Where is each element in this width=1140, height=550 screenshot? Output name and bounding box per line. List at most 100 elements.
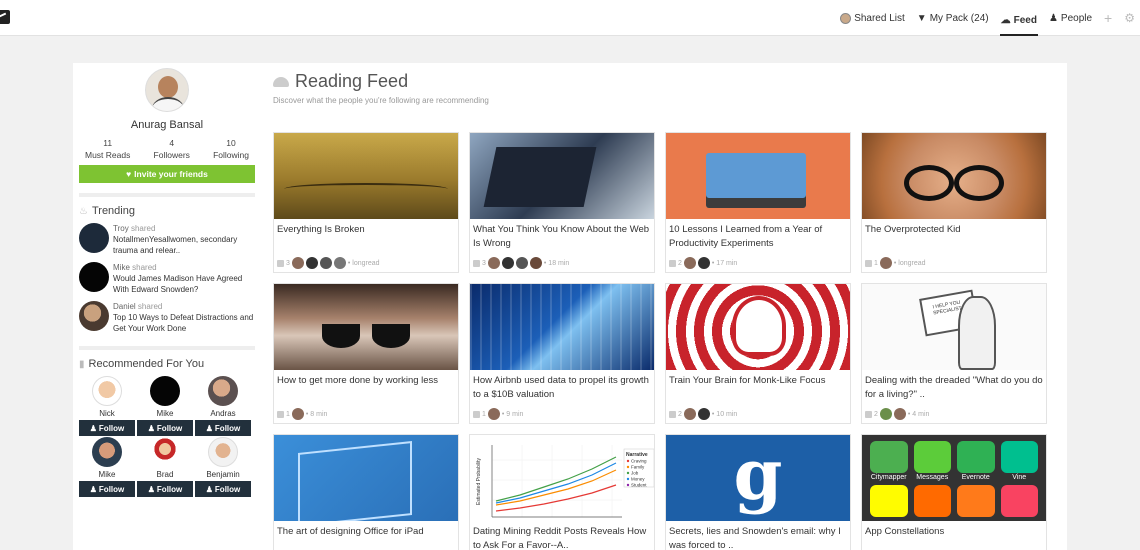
trending-article-title[interactable]: Top 10 Ways to Defeat Distractions and G… — [113, 312, 255, 334]
avatar[interactable] — [79, 223, 109, 253]
trending-item[interactable]: Mike shared Would James Madison Have Agr… — [79, 262, 255, 295]
article-card[interactable]: What You Think You Know About the Web Is… — [469, 132, 655, 273]
follow-button[interactable]: ♟ Follow — [79, 481, 135, 497]
avatar[interactable] — [501, 257, 514, 269]
follow-button[interactable]: ♟ Follow — [195, 481, 251, 497]
avatar[interactable] — [879, 408, 892, 420]
nav-shared-list[interactable]: Shared List — [839, 0, 906, 36]
follow-button[interactable]: ♟ Follow — [137, 420, 193, 436]
avatar[interactable] — [683, 408, 696, 420]
avatar[interactable] — [92, 437, 122, 467]
thumbs-up-icon[interactable] — [669, 410, 676, 418]
avatar[interactable] — [150, 376, 180, 406]
invite-friends-button[interactable]: ♥ Invite your friends — [79, 165, 255, 183]
article-image[interactable] — [274, 435, 458, 521]
recommended-name[interactable]: Mike — [79, 470, 135, 479]
avatar[interactable] — [79, 262, 109, 292]
nav-people[interactable]: ♟ People — [1048, 0, 1093, 36]
add-button[interactable]: + — [1103, 0, 1113, 36]
thumbs-up-icon[interactable] — [473, 410, 480, 418]
thumbs-up-icon[interactable] — [277, 410, 284, 418]
avatar[interactable] — [879, 257, 892, 269]
avatar[interactable] — [487, 408, 500, 420]
recommended-name[interactable]: Benjamin — [195, 470, 251, 479]
article-title[interactable]: Dating Mining Reddit Posts Reveals How t… — [470, 521, 654, 550]
article-title[interactable]: Everything Is Broken — [274, 219, 458, 255]
avatar[interactable] — [697, 257, 710, 269]
avatar[interactable] — [92, 376, 122, 406]
avatar[interactable] — [305, 257, 318, 269]
article-card[interactable]: Train Your Brain for Monk-Like Focus 2 •… — [665, 283, 851, 424]
article-title[interactable]: How Airbnb used data to propel its growt… — [470, 370, 654, 406]
article-card[interactable]: g Secrets, lies and Snowden's email: why… — [665, 434, 851, 550]
thumbs-up-icon[interactable] — [473, 259, 480, 267]
recommended-name[interactable]: Andras — [195, 409, 251, 418]
article-image[interactable] — [470, 284, 654, 370]
trending-user-name[interactable]: Mike — [113, 263, 130, 272]
avatar[interactable] — [291, 408, 304, 420]
article-image[interactable] — [862, 133, 1046, 219]
trending-article-title[interactable]: Would James Madison Have Agreed With Edw… — [113, 273, 255, 295]
profile-name[interactable]: Anurag Bansal — [79, 119, 255, 131]
recommended-name[interactable]: Mike — [137, 409, 193, 418]
article-image[interactable] — [274, 284, 458, 370]
recommended-name[interactable]: Brad — [137, 470, 193, 479]
trending-user-name[interactable]: Troy — [113, 224, 129, 233]
article-card[interactable]: Everything Is Broken 3 • longread — [273, 132, 459, 273]
article-title[interactable]: Dealing with the dreaded "What do you do… — [862, 370, 1046, 406]
avatar[interactable] — [529, 257, 542, 269]
article-title[interactable]: What You Think You Know About the Web Is… — [470, 219, 654, 255]
trending-article-title[interactable]: NotallmenYesallwomen, secondary trauma a… — [113, 234, 255, 256]
avatar[interactable] — [487, 257, 500, 269]
stat-must-reads[interactable]: 11 Must Reads — [85, 137, 130, 161]
article-card[interactable]: The art of designing Office for iPad — [273, 434, 459, 550]
article-image[interactable]: Estimated Probability Narrative Craving … — [470, 435, 654, 521]
article-title[interactable]: App Constellations — [862, 521, 1046, 550]
article-card[interactable]: The Overprotected Kid 1 • longread — [861, 132, 1047, 273]
thumbs-up-icon[interactable] — [865, 259, 872, 267]
avatar[interactable] — [208, 437, 238, 467]
article-title[interactable]: Train Your Brain for Monk-Like Focus — [666, 370, 850, 406]
trending-user-name[interactable]: Daniel — [113, 302, 136, 311]
article-image[interactable] — [666, 133, 850, 219]
avatar[interactable] — [291, 257, 304, 269]
thumbs-up-icon[interactable] — [669, 259, 676, 267]
article-title[interactable]: Secrets, lies and Snowden's email: why I… — [666, 521, 850, 550]
app-logo-icon[interactable] — [0, 10, 10, 24]
article-image[interactable]: g — [666, 435, 850, 521]
avatar[interactable] — [208, 376, 238, 406]
article-card[interactable]: How Airbnb used data to propel its growt… — [469, 283, 655, 424]
thumbs-up-icon[interactable] — [277, 259, 284, 267]
settings-button[interactable]: ⚙ — [1123, 0, 1136, 36]
stat-followers[interactable]: 4 Followers — [154, 137, 190, 161]
article-card[interactable]: 10 Lessons I Learned from a Year of Prod… — [665, 132, 851, 273]
follow-button[interactable]: ♟ Follow — [79, 420, 135, 436]
follow-button[interactable]: ♟ Follow — [195, 420, 251, 436]
article-title[interactable]: How to get more done by working less — [274, 370, 458, 406]
avatar[interactable] — [333, 257, 346, 269]
trending-item[interactable]: Troy shared NotallmenYesallwomen, second… — [79, 223, 255, 256]
recommended-name[interactable]: Nick — [79, 409, 135, 418]
avatar[interactable] — [893, 408, 906, 420]
article-image[interactable] — [666, 284, 850, 370]
article-card[interactable]: Citymapper Messages Evernote Vine App Co… — [861, 434, 1047, 550]
avatar[interactable] — [150, 437, 180, 467]
article-title[interactable]: The Overprotected Kid — [862, 219, 1046, 255]
nav-feed[interactable]: ☁ Feed — [999, 6, 1038, 36]
follow-button[interactable]: ♟ Follow — [137, 481, 193, 497]
stat-following[interactable]: 10 Following — [213, 137, 249, 161]
profile-avatar[interactable] — [145, 68, 189, 112]
article-image[interactable]: Citymapper Messages Evernote Vine — [862, 435, 1046, 521]
article-card[interactable]: I HELP YOU SPECIALIST Dealing with the d… — [861, 283, 1047, 424]
trending-item[interactable]: Daniel shared Top 10 Ways to Defeat Dist… — [79, 301, 255, 334]
article-image[interactable]: I HELP YOU SPECIALIST — [862, 284, 1046, 370]
avatar[interactable] — [697, 408, 710, 420]
avatar[interactable] — [515, 257, 528, 269]
article-image[interactable] — [470, 133, 654, 219]
nav-my-pack[interactable]: ▼ My Pack (24) — [916, 0, 990, 36]
article-image[interactable] — [274, 133, 458, 219]
thumbs-up-icon[interactable] — [865, 410, 872, 418]
article-title[interactable]: 10 Lessons I Learned from a Year of Prod… — [666, 219, 850, 255]
avatar[interactable] — [683, 257, 696, 269]
avatar[interactable] — [319, 257, 332, 269]
